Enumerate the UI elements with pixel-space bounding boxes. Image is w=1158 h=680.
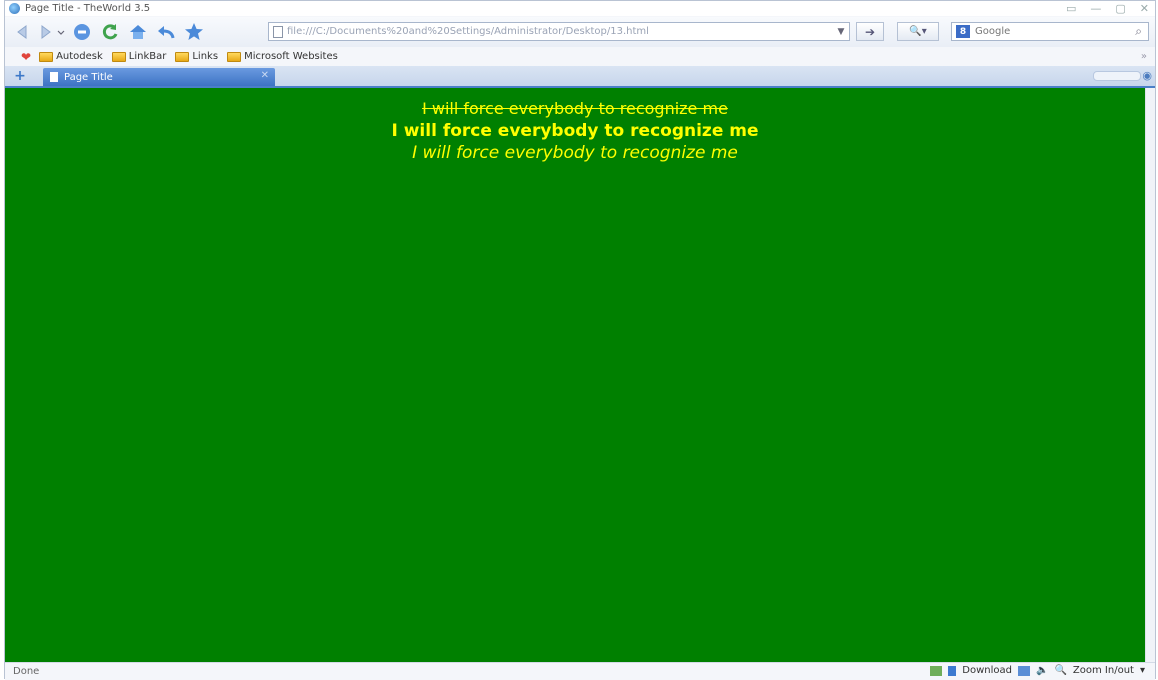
folder-icon xyxy=(227,51,242,62)
go-button[interactable]: ➔ xyxy=(856,22,884,41)
bookmark-label: LinkBar xyxy=(128,51,167,62)
history-dropdown-icon[interactable] xyxy=(57,21,65,43)
tab-options-icon[interactable]: ◉ xyxy=(1142,69,1152,82)
folder-icon xyxy=(39,51,54,62)
search-input[interactable] xyxy=(973,25,1117,38)
close-icon[interactable]: ✕ xyxy=(1140,2,1149,15)
zoom-button[interactable]: Zoom In/out xyxy=(1073,665,1134,676)
search-icon[interactable]: ⌕ xyxy=(1135,24,1142,39)
search-engine-icon[interactable]: 8 xyxy=(956,25,970,38)
tab-bar: + Page Title ✕ ◉ xyxy=(5,66,1155,88)
speaker-icon[interactable]: 🔈 xyxy=(1036,665,1048,676)
status-bar: Done Download 🔈 🔍 Zoom In/out ▾ xyxy=(5,662,1155,680)
navigation-toolbar: file:///C:/Documents%20and%20Settings/Ad… xyxy=(5,17,1155,47)
window-controls: ▭ — ▢ ✕ xyxy=(1066,2,1149,15)
undo-icon[interactable] xyxy=(155,21,177,43)
chevron-down-icon[interactable]: ▾ xyxy=(1140,665,1145,676)
favorites-heart-icon[interactable]: ❤ xyxy=(21,50,31,64)
refresh-icon[interactable] xyxy=(99,21,121,43)
go-arrow-icon: ➔ xyxy=(864,24,876,39)
minimize-icon[interactable]: — xyxy=(1090,2,1101,15)
bookmark-label: Autodesk xyxy=(56,51,103,62)
maximize-icon[interactable]: ▢ xyxy=(1115,2,1125,15)
vertical-scrollbar[interactable] xyxy=(1145,88,1155,662)
tab-page-title[interactable]: Page Title ✕ xyxy=(43,68,275,86)
search-tools-button[interactable]: 🔍▾ xyxy=(897,22,939,41)
tab-scroller[interactable] xyxy=(1093,71,1141,81)
bookmark-autodesk[interactable]: Autodesk xyxy=(39,51,103,62)
bookmark-linkbar[interactable]: LinkBar xyxy=(111,51,167,62)
browser-logo-icon xyxy=(9,3,20,14)
folder-icon xyxy=(111,51,126,62)
forward-arrow-icon[interactable] xyxy=(35,21,57,43)
download-button[interactable]: Download xyxy=(962,665,1012,676)
status-text: Done xyxy=(13,666,40,677)
window-title: Page Title - TheWorld 3.5 xyxy=(25,3,151,14)
page-info-icon[interactable] xyxy=(930,665,943,676)
tab-label: Page Title xyxy=(64,71,113,83)
address-bar[interactable]: file:///C:/Documents%20and%20Settings/Ad… xyxy=(268,22,850,41)
screen-icon[interactable] xyxy=(1018,665,1031,676)
chevron-down-icon[interactable]: ▼ xyxy=(833,27,849,37)
bold-line: I will force everybody to recognize me xyxy=(391,121,759,141)
page-icon xyxy=(273,25,283,38)
address-url[interactable]: file:///C:/Documents%20and%20Settings/Ad… xyxy=(287,26,833,37)
title-bar: Page Title - TheWorld 3.5 ▭ — ▢ ✕ xyxy=(5,1,1155,16)
home-icon[interactable] xyxy=(127,21,149,43)
browser-window: Page Title - TheWorld 3.5 ▭ — ▢ ✕ file:/… xyxy=(4,0,1156,680)
zoom-icon[interactable]: 🔍 xyxy=(1054,665,1066,676)
star-icon[interactable] xyxy=(183,21,205,43)
page-text-block: I will force everybody to recognize me I… xyxy=(5,98,1145,164)
bookmark-label: Microsoft Websites xyxy=(244,51,338,62)
status-tools: Download 🔈 🔍 Zoom In/out ▾ xyxy=(930,665,1145,676)
page-icon xyxy=(50,72,58,82)
back-arrow-icon[interactable] xyxy=(11,21,33,43)
web-search-box[interactable]: 8 ⌕ xyxy=(951,22,1149,41)
italic-line: I will force everybody to recognize me xyxy=(412,143,738,163)
bookmark-label: Links xyxy=(192,51,219,62)
download-icon[interactable] xyxy=(948,665,957,676)
page-content: I will force everybody to recognize me I… xyxy=(5,88,1145,662)
search-tools-icon: 🔍▾ xyxy=(909,26,927,37)
stop-icon[interactable] xyxy=(71,21,93,43)
strikethrough-line: I will force everybody to recognize me xyxy=(422,99,728,118)
bookmark-microsoft-websites[interactable]: Microsoft Websites xyxy=(227,51,338,62)
bookmarks-more-icon[interactable]: » xyxy=(1141,51,1147,62)
restore-icon[interactable]: ▭ xyxy=(1066,2,1076,15)
tab-close-icon[interactable]: ✕ xyxy=(261,70,269,81)
folder-icon xyxy=(175,51,190,62)
new-tab-icon[interactable]: + xyxy=(13,69,27,83)
bookmarks-bar: ❤ Autodesk LinkBar Links Microsoft Websi… xyxy=(5,48,1155,65)
bookmark-links[interactable]: Links xyxy=(175,51,218,62)
